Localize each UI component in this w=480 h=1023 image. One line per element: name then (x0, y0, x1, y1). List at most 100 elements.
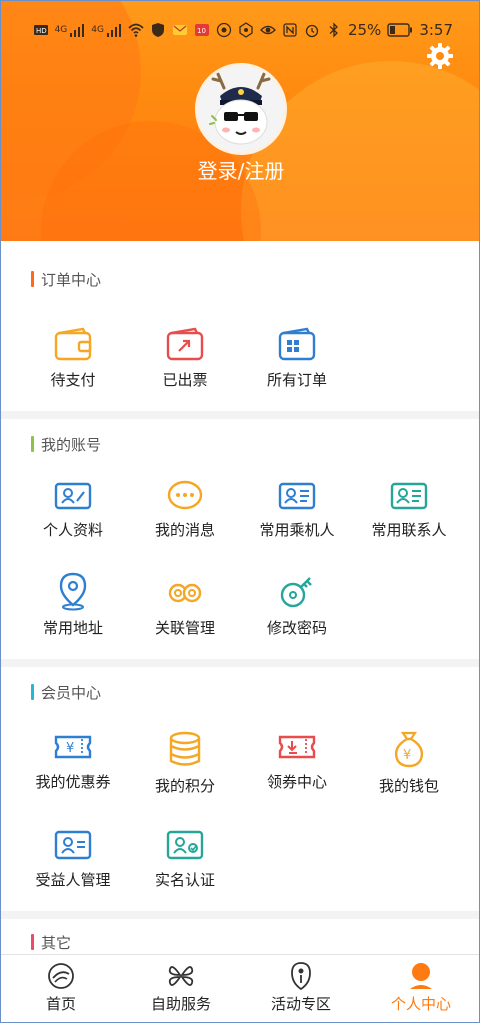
member-id-verification-label: 实名认证 (154, 871, 215, 889)
account-password-label: 修改密码 (266, 619, 327, 637)
location-icon (59, 572, 87, 611)
coupon-center-icon (278, 735, 316, 759)
avatar-mascot-icon (209, 72, 271, 145)
app-badge-icon: 10 (194, 24, 209, 36)
profile-card-icon (54, 482, 92, 510)
bluetooth-icon (329, 22, 338, 38)
settings-gear-icon[interactable] (425, 41, 455, 71)
tab-activity[interactable]: 活动专区 (241, 955, 361, 1022)
signal-label-2: 4G (91, 25, 104, 35)
account-change-password[interactable]: 修改密码 (241, 571, 353, 638)
battery-icon (387, 23, 413, 37)
section-other-title: 其它 (31, 931, 71, 953)
member-points-label: 我的积分 (154, 777, 215, 795)
tab-home[interactable]: 首页 (1, 955, 121, 1022)
passenger-icon (278, 482, 316, 510)
tab-home-label: 首页 (45, 995, 76, 1013)
section-member-label: 会员中心 (41, 683, 102, 702)
activity-icon (291, 962, 311, 991)
section-accent-bar (31, 271, 34, 287)
member-coupon-center[interactable]: 领券中心 (241, 729, 353, 792)
shield-icon (151, 23, 164, 37)
mail-icon (172, 25, 187, 35)
member-beneficiaries[interactable]: 受益人管理 (17, 827, 129, 890)
tab-self-service[interactable]: 自助服务 (121, 955, 241, 1022)
self-service-icon (168, 966, 194, 986)
app-screen: HD 4G 4G 10 25% 3:57 登录/注册 订单中心 待支付 已出票 … (0, 0, 480, 1023)
section-accent-bar (31, 684, 34, 700)
clock: 3:57 (419, 21, 453, 39)
account-profile[interactable]: 个人资料 (17, 479, 129, 540)
account-passengers-label: 常用乘机人 (259, 521, 335, 539)
section-other-label: 其它 (41, 933, 72, 952)
status-bar: HD 4G 4G 10 25% 3:57 (1, 17, 479, 43)
account-link-label: 关联管理 (154, 619, 215, 637)
section-accent-bar (31, 436, 34, 452)
orders-icon (278, 327, 316, 361)
section-accent-bar (31, 934, 34, 950)
money-bag-icon: ¥ (394, 731, 424, 768)
tab-personal-center[interactable]: 个人中心 (361, 955, 479, 1022)
wallet-icon (54, 327, 92, 361)
wifi-icon (128, 23, 144, 37)
member-coupons[interactable]: ¥ 我的优惠券 (17, 729, 129, 792)
tab-activity-label: 活动专区 (270, 995, 331, 1013)
order-ticketed-label: 已出票 (162, 371, 208, 389)
member-wallet-label: 我的钱包 (378, 777, 439, 795)
svg-text:¥: ¥ (403, 748, 411, 763)
message-icon (167, 480, 203, 510)
member-id-verification[interactable]: 实名认证 (129, 827, 241, 890)
section-account-label: 我的账号 (41, 435, 102, 454)
section-orders-label: 订单中心 (41, 270, 102, 289)
signal-icon (70, 24, 85, 37)
section-orders-title: 订单中心 (31, 268, 101, 290)
order-pending-label: 待支付 (50, 371, 96, 389)
svg-text:10: 10 (197, 27, 206, 35)
link-icon (168, 583, 202, 603)
key-icon (280, 577, 312, 608)
section-account-title: 我的账号 (31, 433, 101, 455)
chrome-icon (216, 22, 232, 38)
login-register-link[interactable]: 登录/注册 (1, 155, 479, 184)
order-ticketed[interactable]: 已出票 (129, 327, 241, 390)
account-addresses-label: 常用地址 (42, 619, 103, 637)
account-contacts-label: 常用联系人 (371, 521, 447, 539)
svg-text:HD: HD (36, 27, 47, 35)
beneficiary-icon (54, 830, 92, 860)
member-coupons-label: 我的优惠券 (35, 773, 111, 791)
signal-label-1: 4G (54, 25, 68, 35)
sim-icon: HD (33, 25, 48, 35)
order-pending-payment[interactable]: 待支付 (17, 327, 129, 390)
account-profile-label: 个人资料 (42, 521, 103, 539)
account-link-management[interactable]: 关联管理 (129, 571, 241, 638)
nfc-icon (283, 23, 297, 37)
tab-self-service-label: 自助服务 (150, 995, 211, 1013)
eye-icon (260, 25, 276, 35)
id-verify-icon (166, 830, 204, 860)
account-addresses[interactable]: 常用地址 (17, 571, 129, 638)
order-all-label: 所有订单 (266, 371, 327, 389)
person-icon (410, 963, 432, 989)
bottom-tab-bar: 首页 自助服务 活动专区 个人中心 (1, 954, 479, 1022)
member-points[interactable]: 我的积分 (129, 729, 241, 796)
battery-percent: 25% (347, 21, 382, 39)
member-beneficiaries-label: 受益人管理 (35, 871, 111, 889)
account-passengers[interactable]: 常用乘机人 (241, 479, 353, 540)
member-coupon-center-label: 领券中心 (266, 773, 327, 791)
contact-icon (390, 482, 428, 510)
signal-icon-2 (106, 24, 121, 37)
avatar[interactable] (195, 63, 287, 155)
account-contacts[interactable]: 常用联系人 (353, 479, 465, 540)
section-member-title: 会员中心 (31, 681, 101, 703)
profile-header: HD 4G 4G 10 25% 3:57 登录/注册 (1, 1, 479, 241)
svg-text:¥: ¥ (66, 741, 74, 756)
ticket-icon (166, 327, 204, 361)
home-icon (48, 963, 74, 989)
account-messages[interactable]: 我的消息 (129, 479, 241, 540)
account-messages-label: 我的消息 (154, 521, 215, 539)
tab-personal-center-label: 个人中心 (390, 995, 451, 1013)
coupon-icon: ¥ (54, 735, 92, 759)
alarm-icon (305, 24, 319, 38)
member-wallet[interactable]: ¥ 我的钱包 (353, 729, 465, 796)
order-all[interactable]: 所有订单 (241, 327, 353, 390)
